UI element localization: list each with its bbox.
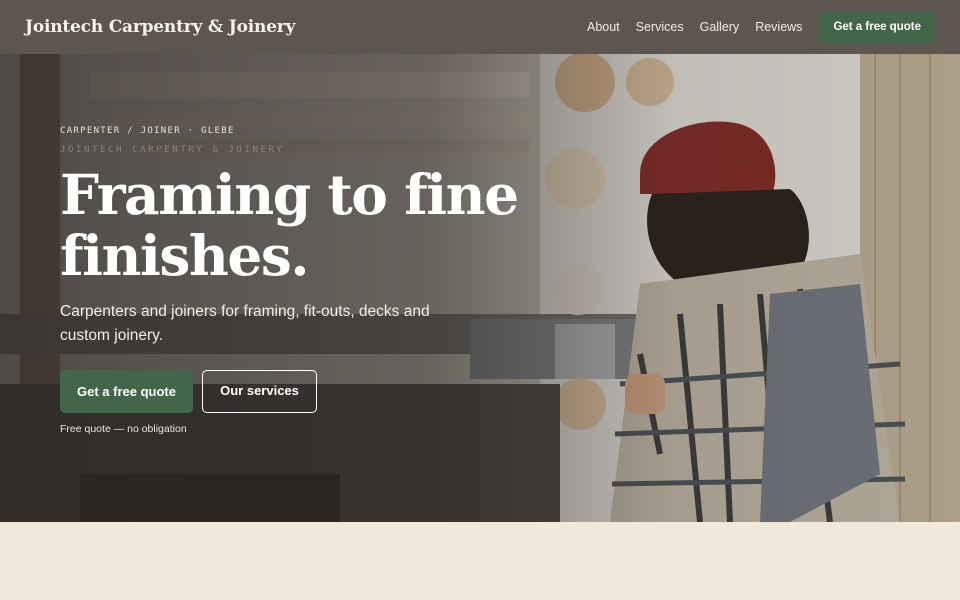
hero-quote-note: Free quote — no obligation (60, 423, 187, 435)
hero-headline: Framing to fine finishes. (60, 164, 580, 286)
site-header: Jointech Carpentry & Joinery About Servi… (0, 0, 960, 54)
header-quote-button[interactable]: Get a free quote (819, 11, 935, 43)
brand-logo[interactable]: Jointech Carpentry & Joinery (25, 17, 295, 37)
hero-eyebrow: CARPENTER / JOINER · GLEBE (60, 126, 235, 136)
hero-headline-line-1: Framing to fine (60, 162, 519, 227)
hero-services-button[interactable]: Our services (202, 370, 317, 413)
nav-link-reviews[interactable]: Reviews (755, 20, 802, 34)
hero-headline-line-2: finishes. (60, 223, 310, 288)
nav-link-services[interactable]: Services (636, 20, 684, 34)
hero-actions: Get a free quote Our services (60, 370, 580, 413)
hero-sub-eyebrow: JOINTECH CARPENTRY & JOINERY (60, 145, 285, 155)
hero-quote-button[interactable]: Get a free quote (60, 370, 193, 413)
next-section-band (0, 522, 960, 600)
hero-tagline: Carpenters and joiners for framing, fit-… (60, 303, 430, 344)
nav-link-about[interactable]: About (587, 20, 620, 34)
hero-section: CARPENTER / JOINER · GLEBE JOINTECH CARP… (0, 54, 960, 522)
nav-link-gallery[interactable]: Gallery (700, 20, 740, 34)
hero-content: CARPENTER / JOINER · GLEBE JOINTECH CARP… (60, 126, 580, 435)
main-nav: About Services Gallery Reviews Get a fre… (571, 11, 935, 43)
